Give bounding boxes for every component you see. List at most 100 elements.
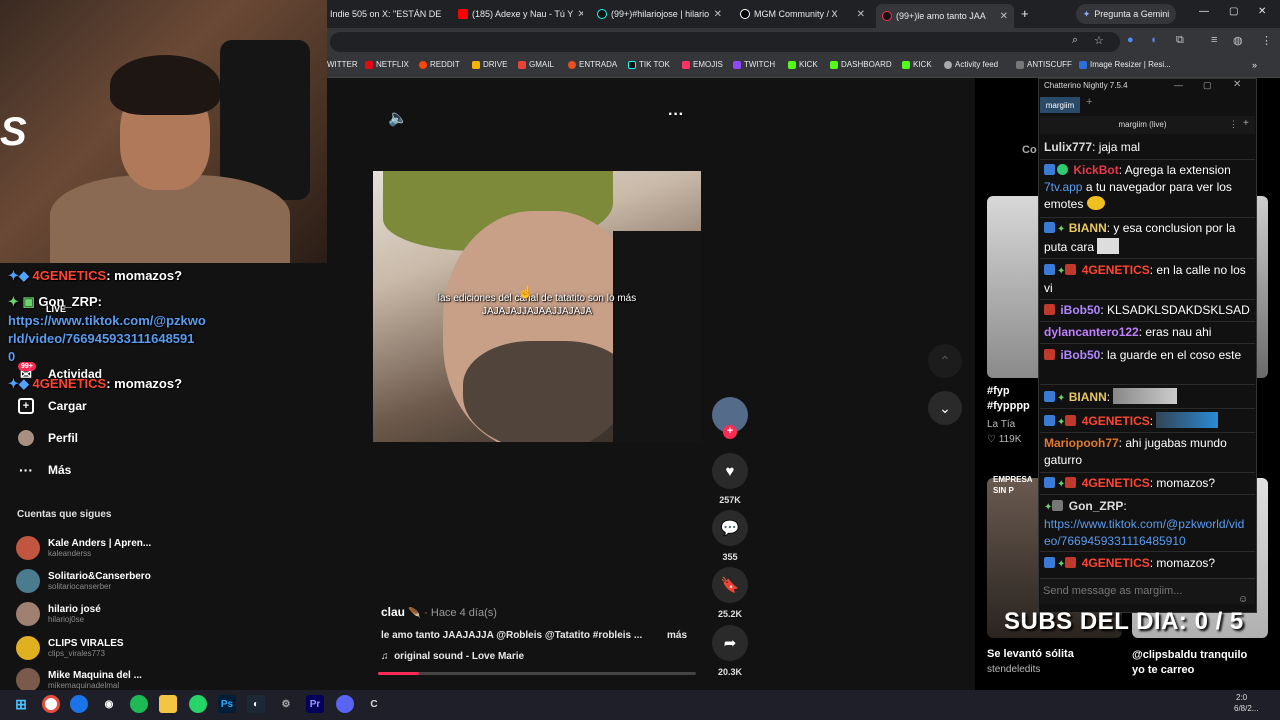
minimize-button[interactable]: — — [1174, 80, 1183, 90]
kebab-menu-icon[interactable]: ⋮ — [1261, 34, 1272, 47]
sidebar-item-mas[interactable]: ··· Más — [18, 462, 71, 478]
sidebar-item-perfil[interactable]: Perfil — [18, 430, 78, 446]
tab-youtube[interactable]: (185) Adexe y Nau - Tú Y ✕ — [458, 4, 583, 24]
chat-separator — [1040, 472, 1255, 473]
following-item[interactable]: Solitario&Canserbero solitariocanserber — [16, 569, 151, 593]
bookmark-item[interactable]: DASHBOARD — [830, 60, 892, 69]
discord-icon[interactable] — [336, 695, 354, 713]
bookmark-item[interactable]: TIK TOK — [628, 60, 670, 69]
close-icon[interactable]: ✕ — [577, 9, 583, 20]
card2-title[interactable]: Se levantó sólita — [987, 648, 1074, 660]
kebab-menu-icon[interactable]: ⋮ — [1229, 119, 1238, 130]
bookmark-item[interactable]: TWITCH — [733, 60, 775, 69]
close-window-button[interactable]: ✕ — [1258, 6, 1266, 17]
close-icon[interactable]: ✕ — [857, 9, 865, 20]
extension-icon[interactable]: ● — [1127, 34, 1134, 46]
extensions-icon[interactable]: ⧉ — [1176, 34, 1184, 47]
whatsapp-icon[interactable] — [189, 695, 207, 713]
video-progress-track[interactable] — [378, 672, 696, 675]
chatterino-tab[interactable]: margiim — [1040, 97, 1080, 113]
more-bookmarks-icon[interactable]: » — [1252, 60, 1257, 70]
chat-message: ✦ Gon_ZRP: https://www.tiktok.com/@pzkwo… — [1044, 498, 1250, 550]
chrome-icon[interactable] — [42, 695, 60, 713]
follow-plus-icon[interactable]: + — [723, 425, 737, 439]
streamer-hair — [110, 55, 220, 115]
card2-author[interactable]: stendeledits — [987, 664, 1040, 675]
obs-icon[interactable]: ◉ — [100, 695, 118, 713]
close-icon[interactable]: ✕ — [1233, 79, 1241, 90]
steam-icon[interactable]: ◐ — [247, 695, 265, 713]
chatterino-taskbar-icon[interactable]: C — [365, 695, 383, 713]
bookmark-item[interactable]: NETFLIX — [365, 60, 409, 69]
bookmark-star-icon[interactable]: ☆ — [1094, 34, 1104, 47]
card1-title[interactable]: #fyp #fypppp — [987, 384, 1037, 414]
emoji-picker-icon[interactable]: ☺ — [1238, 594, 1248, 605]
edge-icon[interactable] — [70, 695, 88, 713]
bookmark-item[interactable]: ANTISCUFF — [1016, 60, 1072, 69]
chat-separator — [1040, 159, 1255, 160]
profile-icon[interactable]: ◍ — [1233, 34, 1243, 47]
author-avatar[interactable]: + — [712, 397, 748, 439]
bookmark-item[interactable]: KICK — [788, 60, 818, 69]
bookmark-item[interactable]: ENTRADA — [568, 60, 617, 69]
add-split-icon[interactable]: + — [1243, 118, 1249, 129]
settings-icon[interactable]: ⚙ — [277, 695, 295, 713]
close-icon[interactable]: ✕ — [714, 9, 722, 20]
tab-indie505[interactable]: Indie 505 on X: "ESTÁN DE✕ — [330, 4, 445, 24]
bookmark-item[interactable]: KICK — [902, 60, 932, 69]
reddit-icon — [419, 60, 427, 69]
tab-tiktok-hilario[interactable]: (99+)#hilariojose | hilario ✕ — [597, 4, 722, 24]
more-description-button[interactable]: más — [667, 630, 687, 641]
sidebar-item-cargar[interactable]: + Cargar — [18, 398, 87, 414]
save-button[interactable]: 🔖 25.2K — [712, 567, 748, 619]
file-explorer-icon[interactable] — [159, 695, 177, 713]
bookmark-item[interactable]: Activity feed — [944, 60, 998, 69]
bookmark-item[interactable]: GMAIL — [518, 60, 554, 69]
comment-button[interactable]: 💬 355 — [712, 510, 748, 562]
gemini-button[interactable]: ✦ Pregunta a Gemini — [1076, 4, 1176, 24]
premiere-icon[interactable]: Pr — [306, 695, 324, 713]
share-button[interactable]: ➦ 20.3K — [712, 625, 748, 677]
minimize-button[interactable]: — — [1199, 6, 1209, 17]
following-item[interactable]: Mike Maquina del ... mikemaquinadelmal — [16, 668, 142, 692]
maximize-button[interactable]: ▢ — [1229, 6, 1238, 17]
tab-mgm[interactable]: MGM Community / X ✕ — [740, 4, 865, 24]
clock-time[interactable]: 2:0 — [1236, 693, 1247, 702]
extension-icon[interactable]: ◖ — [1150, 34, 1157, 46]
chat-link[interactable]: https://www.tiktok.com/@pzkworld/video/7… — [1044, 516, 1250, 550]
maximize-button[interactable]: ▢ — [1203, 80, 1212, 91]
volume-icon[interactable]: 🔈 — [388, 108, 408, 128]
more-options-icon[interactable]: ··· — [668, 106, 684, 124]
add-tab-button[interactable]: + — [1086, 96, 1092, 108]
photoshop-icon[interactable]: Ps — [218, 695, 236, 713]
badge-icon: ✦ — [1057, 417, 1066, 428]
new-tab-button[interactable]: + — [1021, 6, 1029, 21]
bookmark-item[interactable]: WITTER — [327, 60, 358, 69]
spotify-icon[interactable] — [130, 695, 148, 713]
previous-video-button[interactable]: ⌃ — [928, 344, 962, 378]
media-icon[interactable]: ≡ — [1211, 34, 1217, 46]
chat-separator — [1040, 408, 1255, 409]
next-video-button[interactable]: ⌄ — [928, 391, 962, 425]
video-sound[interactable]: ♫ original sound - Love Marie — [381, 651, 524, 662]
windows-start-icon[interactable]: ⊞ — [12, 695, 30, 713]
card1-author[interactable]: La Tía — [987, 419, 1015, 430]
omnibox[interactable] — [330, 32, 1120, 52]
following-item[interactable]: Kale Anders | Apren... kaleanderss — [16, 536, 151, 560]
video-author-line[interactable]: clau 🪶 · Hace 4 día(s) — [381, 605, 497, 619]
bookmark-item[interactable]: EMOJIS — [682, 60, 723, 69]
bookmark-item[interactable]: REDDIT — [419, 60, 460, 69]
following-item[interactable]: hilario josé hilarioj0se — [16, 602, 101, 626]
card3-title[interactable]: @clipsbaldu tranquilo yo te carreo — [1132, 648, 1262, 678]
tab-tiktok-active[interactable]: (99+)le amo tanto JAA ✕ — [876, 4, 1014, 28]
bookmark-item[interactable]: Image Resizer | Resi... — [1079, 60, 1171, 69]
following-item[interactable]: CLIPS VIRALES clips_virales773 — [16, 636, 124, 660]
like-button[interactable]: ♥ 257K — [712, 453, 748, 505]
clock-date[interactable]: 6/8/2... — [1234, 704, 1258, 713]
close-icon[interactable]: ✕ — [1000, 11, 1008, 22]
zoom-icon[interactable]: ⌕ — [1072, 34, 1078, 47]
bookmark-item[interactable]: DRIVE — [472, 60, 507, 69]
badge-icon — [1044, 222, 1055, 233]
emoji-icon — [682, 60, 690, 69]
verified-icon — [1057, 164, 1068, 175]
